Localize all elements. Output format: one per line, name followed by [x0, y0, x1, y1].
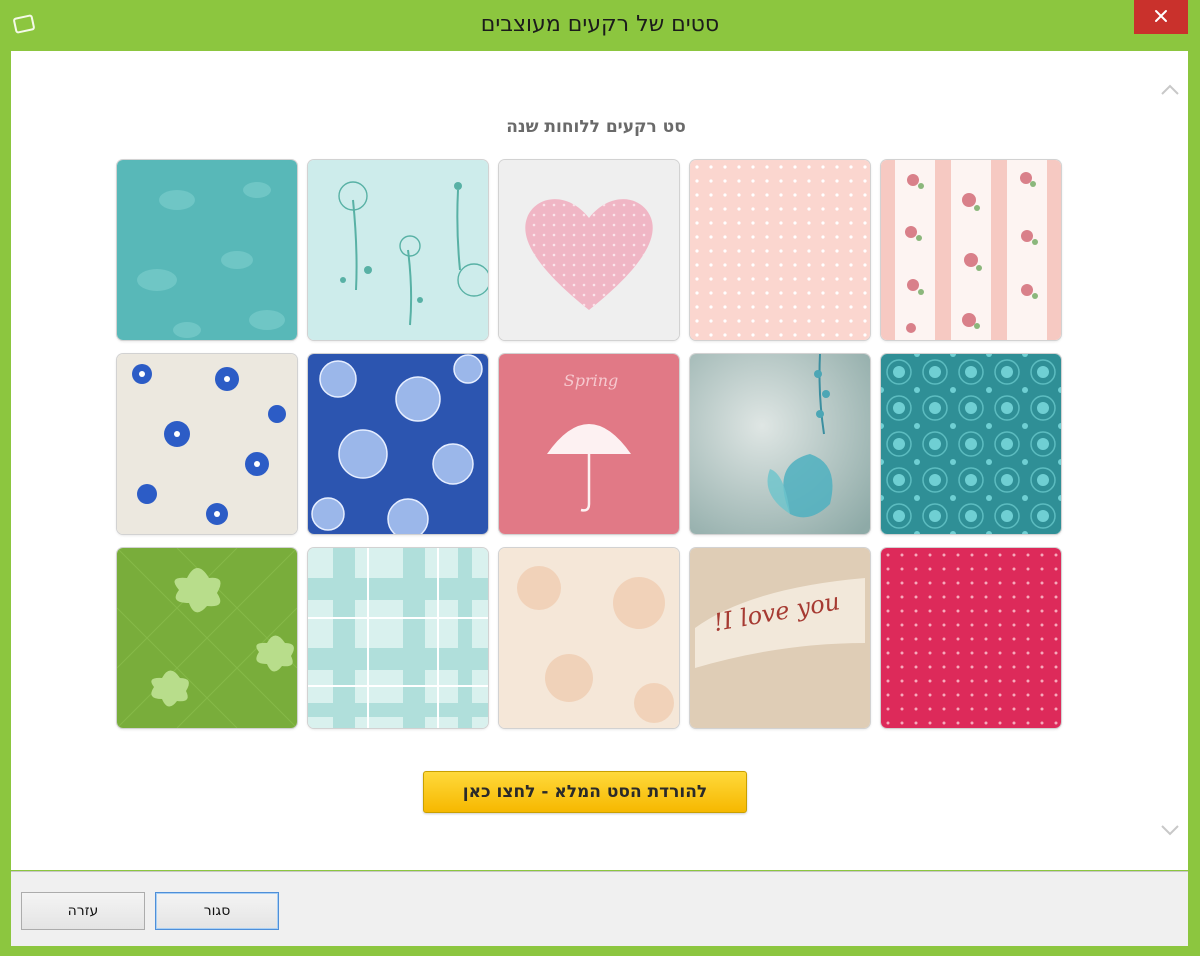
- background-tile-blue-flowers-cream[interactable]: [117, 354, 297, 534]
- scroll-up-chevron-icon[interactable]: [1159, 81, 1181, 99]
- background-tile-spring-umbrella[interactable]: Spring: [499, 354, 679, 534]
- background-tile-teal-birds[interactable]: [117, 160, 297, 340]
- background-tile-blue-roses[interactable]: [308, 354, 488, 534]
- background-tile-pink-heart[interactable]: [499, 160, 679, 340]
- help-button[interactable]: עזרה: [21, 892, 145, 930]
- background-tile-pink-dots[interactable]: [690, 160, 870, 340]
- backgrounds-grid: Spring I love you!: [115, 160, 1061, 730]
- background-tile-dandelion-mint[interactable]: [308, 160, 488, 340]
- background-tile-rose-stripes[interactable]: [881, 160, 1061, 340]
- download-full-set-button[interactable]: להורדת הסט המלא - לחצו כאן: [423, 771, 747, 813]
- scroll-down-chevron-icon[interactable]: [1159, 821, 1181, 839]
- section-title: סט רקעים ללוחות שנה: [506, 117, 686, 137]
- close-icon: [1154, 9, 1168, 26]
- dialog-window: סטים של רקעים מעוצבים סט רקעים ללוחות שנ…: [0, 0, 1200, 956]
- background-tile-mint-plaid[interactable]: [308, 548, 488, 728]
- spring-label: Spring: [564, 371, 619, 390]
- window-title: סטים של רקעים מעוצבים: [480, 12, 720, 37]
- background-tile-green-lily[interactable]: [117, 548, 297, 728]
- window-close-button[interactable]: [1134, 0, 1188, 34]
- dialog-footer: עזרה סגור: [11, 871, 1188, 946]
- close-button[interactable]: סגור: [155, 892, 279, 930]
- background-tile-butterfly-watercolor[interactable]: [690, 354, 870, 534]
- background-tile-peach-roses[interactable]: [499, 548, 679, 728]
- background-tile-teal-damask[interactable]: [881, 354, 1061, 534]
- background-tile-i-love-you[interactable]: I love you!: [690, 548, 870, 728]
- title-bar: סטים של רקעים מעוצבים: [0, 0, 1200, 50]
- content-area: סט רקעים ללוחות שנה Spring I love you! ל…: [11, 51, 1188, 870]
- background-tile-red-dots[interactable]: [881, 548, 1061, 728]
